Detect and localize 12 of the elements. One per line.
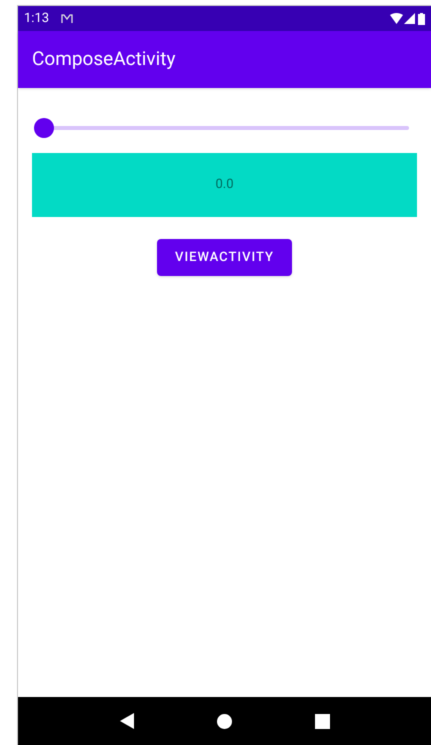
value-text: 0.0: [215, 176, 234, 194]
view-activity-button[interactable]: VIEWACTIVITY: [157, 239, 292, 276]
app-title: ComposeActivity: [32, 46, 176, 72]
battery-icon: [418, 12, 425, 24]
wifi-icon: [390, 13, 403, 24]
slider-thumb[interactable]: [34, 118, 54, 138]
mail-icon: [61, 14, 74, 24]
signal-icon: [404, 13, 415, 24]
status-time: 1:13: [24, 10, 50, 28]
recents-icon[interactable]: [314, 714, 330, 728]
back-icon[interactable]: [120, 713, 134, 729]
home-icon[interactable]: [216, 714, 232, 728]
